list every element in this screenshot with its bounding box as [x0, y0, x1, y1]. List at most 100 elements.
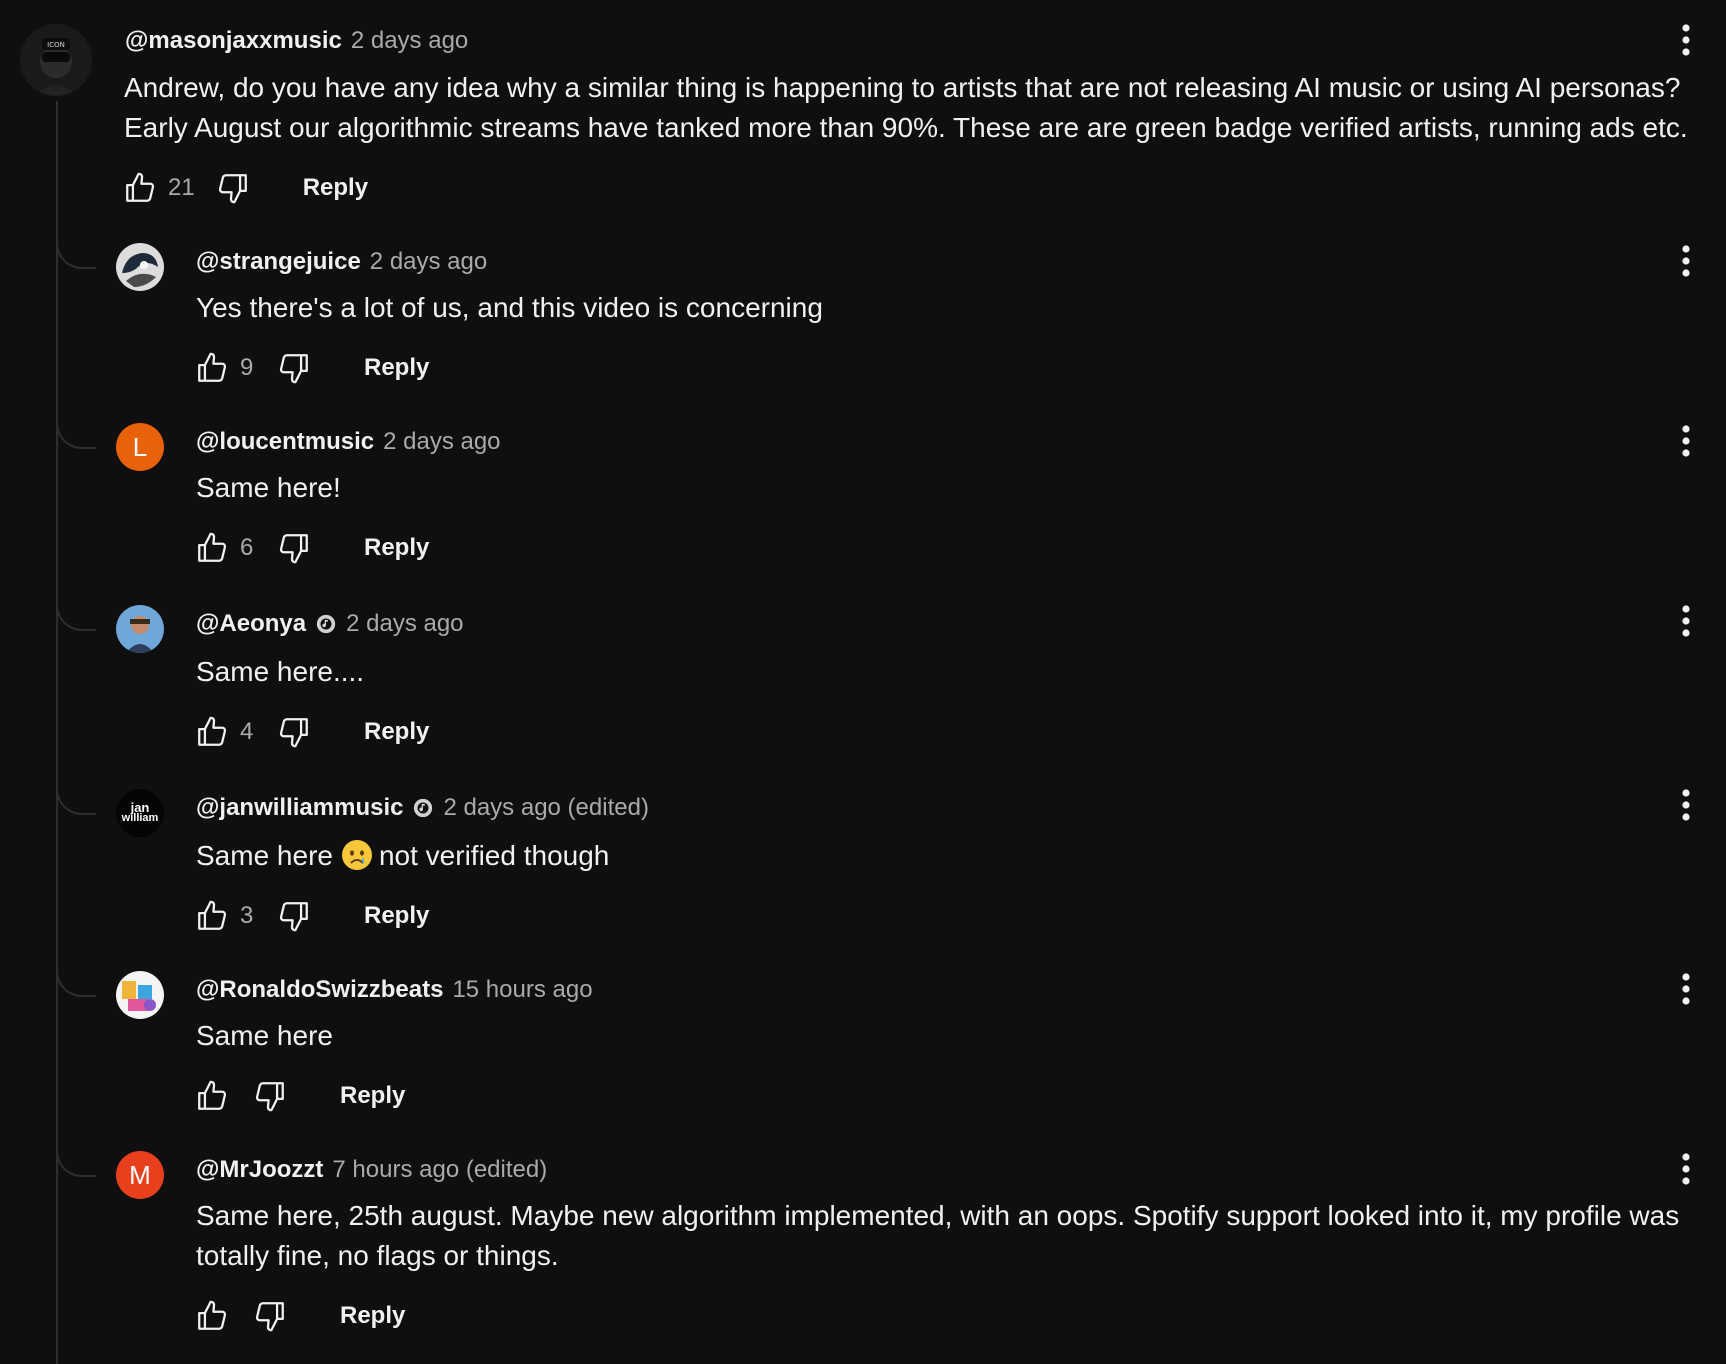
reply-author[interactable]: @Aeonya [196, 610, 306, 638]
crying-face-emoji [341, 840, 372, 870]
like-count: 3 [240, 902, 254, 929]
comment-avatar[interactable]: ICON [20, 24, 92, 96]
more-actions-button[interactable] [1670, 969, 1702, 1009]
thread-connector [56, 603, 96, 631]
reply-button[interactable]: Reply [340, 1302, 405, 1330]
reply-actions: 3 Reply [194, 896, 429, 936]
comment-timestamp[interactable]: 2 days ago [351, 27, 468, 55]
reply-timestamp[interactable]: 2 days ago [370, 248, 487, 276]
reply-timestamp[interactable]: 2 days ago (edited) [443, 794, 648, 822]
reply-avatar[interactable] [116, 243, 164, 291]
reply-timestamp[interactable]: 2 days ago [346, 610, 463, 638]
thumbs-up-icon [198, 1080, 227, 1110]
thumbs-up-icon [198, 716, 227, 746]
like-button[interactable] [122, 170, 158, 206]
reply-header: @Aeonya 2 days ago [196, 608, 464, 640]
reply-avatar[interactable]: M [116, 1151, 164, 1199]
dislike-button[interactable] [276, 714, 312, 750]
reply-header: @MrJoozzt 7 hours ago (edited) [196, 1154, 547, 1186]
like-button[interactable] [194, 1078, 230, 1114]
reply-text-part: Same here [196, 840, 333, 871]
reply-button[interactable]: Reply [364, 354, 429, 382]
verified-badge-icon [414, 798, 433, 818]
reply-actions: 6 Reply [194, 528, 429, 568]
comment-text: Andrew, do you have any idea why a simil… [124, 68, 1688, 148]
dislike-button[interactable] [276, 898, 312, 934]
more-actions-button[interactable] [1670, 1149, 1702, 1189]
reply-timestamp[interactable]: 15 hours ago [452, 976, 592, 1004]
comment-text-line: Andrew, do you have any idea why a simil… [124, 72, 1681, 103]
reply-author[interactable]: @loucentmusic [196, 428, 374, 456]
like-button[interactable] [194, 350, 230, 386]
reply-author[interactable]: @MrJoozzt [196, 1156, 323, 1184]
reply-actions: 9 Reply [194, 348, 429, 388]
more-actions-button[interactable] [1670, 601, 1702, 641]
like-button[interactable] [194, 1298, 230, 1334]
comment-text-line: Early August our algorithmic streams hav… [124, 112, 1688, 143]
reply-button[interactable]: Reply [303, 174, 368, 202]
thumbs-up-icon [198, 352, 227, 382]
more-vert-icon [1682, 1153, 1690, 1185]
reply-text: Yes there's a lot of us, and this video … [196, 292, 823, 323]
reply-text-line: Same here, 25th august. Maybe new algori… [196, 1200, 1680, 1231]
dislike-button[interactable] [252, 1078, 288, 1114]
reply-button[interactable]: Reply [340, 1082, 405, 1110]
like-button[interactable] [194, 898, 230, 934]
reply-avatar[interactable]: L [116, 423, 164, 471]
dislike-button[interactable] [252, 1298, 288, 1334]
more-actions-button[interactable] [1670, 241, 1702, 281]
thread-connector [56, 969, 96, 997]
reply-avatar[interactable]: jan william [116, 789, 164, 837]
thread-connector [56, 421, 96, 449]
dislike-button[interactable] [276, 530, 312, 566]
more-actions-button[interactable] [1670, 785, 1702, 825]
thumbs-down-icon [279, 718, 308, 748]
thumbs-up-icon [198, 532, 227, 562]
avatar-letter: M [129, 1159, 151, 1190]
more-vert-icon [1682, 245, 1690, 277]
like-count: 4 [240, 718, 254, 745]
dislike-button[interactable] [215, 170, 251, 206]
reply-timestamp[interactable]: 7 hours ago (edited) [332, 1156, 547, 1184]
like-count: 6 [240, 534, 254, 561]
reply-timestamp[interactable]: 2 days ago [383, 428, 500, 456]
more-vert-icon [1682, 605, 1690, 637]
thumbs-down-icon [255, 1082, 284, 1112]
thumbs-up-icon [126, 172, 155, 202]
reply-avatar[interactable] [116, 605, 164, 653]
thumbs-down-icon [255, 1302, 284, 1332]
thread-connector [56, 241, 96, 269]
avatar-letter: L [132, 431, 148, 462]
like-button[interactable] [194, 530, 230, 566]
more-actions-button[interactable] [1670, 20, 1702, 60]
reply-avatar[interactable] [116, 971, 164, 1019]
comment-author[interactable]: @masonjaxxmusic [125, 27, 342, 55]
more-actions-button[interactable] [1670, 421, 1702, 461]
avatar-text: william [121, 812, 159, 824]
like-count: 21 [168, 174, 195, 201]
reply-button[interactable]: Reply [364, 902, 429, 930]
thumbs-up-icon [198, 900, 227, 930]
thread-connector [56, 787, 96, 815]
reply-author[interactable]: @strangejuice [196, 248, 361, 276]
more-vert-icon [1682, 973, 1690, 1005]
reply-button[interactable]: Reply [364, 718, 429, 746]
reply-text: Same here not verified though [196, 836, 609, 876]
reply-button[interactable]: Reply [364, 534, 429, 562]
reply-header: @strangejuice 2 days ago [196, 246, 487, 278]
reply-author[interactable]: @RonaldoSwizzbeats [196, 976, 443, 1004]
like-count: 9 [240, 354, 254, 381]
thumbs-down-icon [279, 354, 308, 384]
reply-header: @janwilliammusic 2 days ago (edited) [196, 792, 649, 824]
reply-header: @loucentmusic 2 days ago [196, 426, 501, 458]
reply-actions: 4 Reply [194, 712, 429, 752]
like-button[interactable] [194, 714, 230, 750]
thumbs-down-icon [279, 902, 308, 932]
reply-text: Same here! [196, 472, 341, 503]
svg-text:ICON: ICON [47, 41, 65, 49]
reply-text: Same here, 25th august. Maybe new algori… [196, 1196, 1679, 1276]
dislike-button[interactable] [276, 350, 312, 386]
thread-line [56, 101, 58, 1364]
reply-actions: Reply [194, 1296, 405, 1336]
reply-author[interactable]: @janwilliammusic [196, 794, 403, 822]
